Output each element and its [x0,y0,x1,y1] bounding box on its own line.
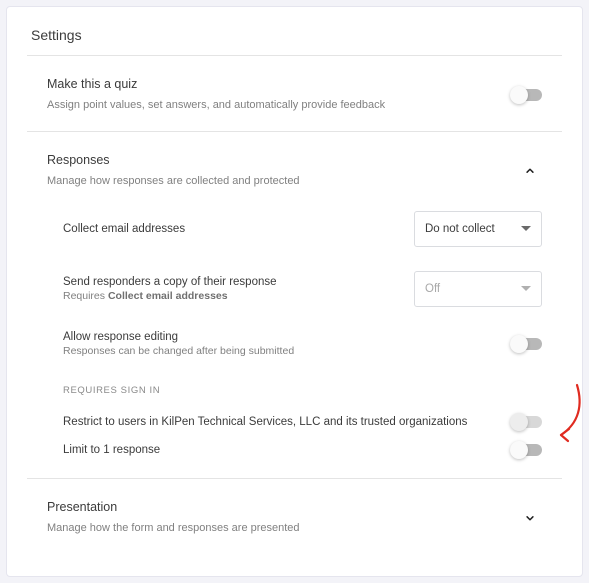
quiz-sub: Assign point values, set answers, and au… [47,97,500,114]
section-quiz: Make this a quiz Assign point values, se… [27,56,562,132]
collect-email-value: Do not collect [425,223,495,235]
presentation-heading: Presentation [47,499,506,517]
collect-email-select[interactable]: Do not collect [414,211,542,247]
responses-collapse-button[interactable] [518,159,542,183]
quiz-toggle[interactable] [512,89,542,101]
dropdown-caret-icon [521,226,531,232]
send-copy-row: Send responders a copy of their response… [63,259,542,319]
toggle-knob [510,335,528,353]
quiz-heading: Make this a quiz [47,76,500,94]
presentation-text-block: Presentation Manage how the form and res… [47,499,518,536]
send-copy-requires: Requires Collect email addresses [63,290,277,302]
send-copy-value: Off [425,283,440,295]
presentation-expand-button[interactable] [518,506,542,530]
chevron-up-icon [523,164,537,178]
responses-text-block: Responses Manage how responses are colle… [47,152,518,189]
toggle-knob [510,86,528,104]
requires-signin-heading: REQUIRES SIGN IN [63,385,542,396]
quiz-text-block: Make this a quiz Assign point values, se… [47,76,512,113]
send-copy-label: Send responders a copy of their response [63,276,277,288]
collect-email-row: Collect email addresses Do not collect [63,189,542,259]
section-responses: Responses Manage how responses are colle… [27,132,562,479]
limit-label: Limit to 1 response [63,444,160,456]
toggle-knob [510,413,528,431]
allow-edit-toggle[interactable] [512,338,542,350]
responses-sub: Manage how responses are collected and p… [47,173,506,190]
restrict-row: Restrict to users in KilPen Technical Se… [63,408,542,436]
allow-edit-row: Allow response editing Responses can be … [63,319,542,369]
restrict-toggle[interactable] [512,416,542,428]
dropdown-caret-icon [521,286,531,292]
collect-email-label: Collect email addresses [63,223,185,235]
presentation-sub: Manage how the form and responses are pr… [47,520,506,537]
restrict-label: Restrict to users in KilPen Technical Se… [63,416,512,428]
limit-toggle[interactable] [512,444,542,456]
page-title: Settings [27,23,562,55]
section-presentation: Presentation Manage how the form and res… [27,479,562,554]
limit-row: Limit to 1 response [63,436,542,460]
toggle-knob [510,441,528,459]
allow-edit-sub: Responses can be changed after being sub… [63,345,294,357]
responses-heading: Responses [47,152,506,170]
allow-edit-label: Allow response editing [63,331,294,343]
send-copy-select: Off [414,271,542,307]
chevron-down-icon [523,511,537,525]
